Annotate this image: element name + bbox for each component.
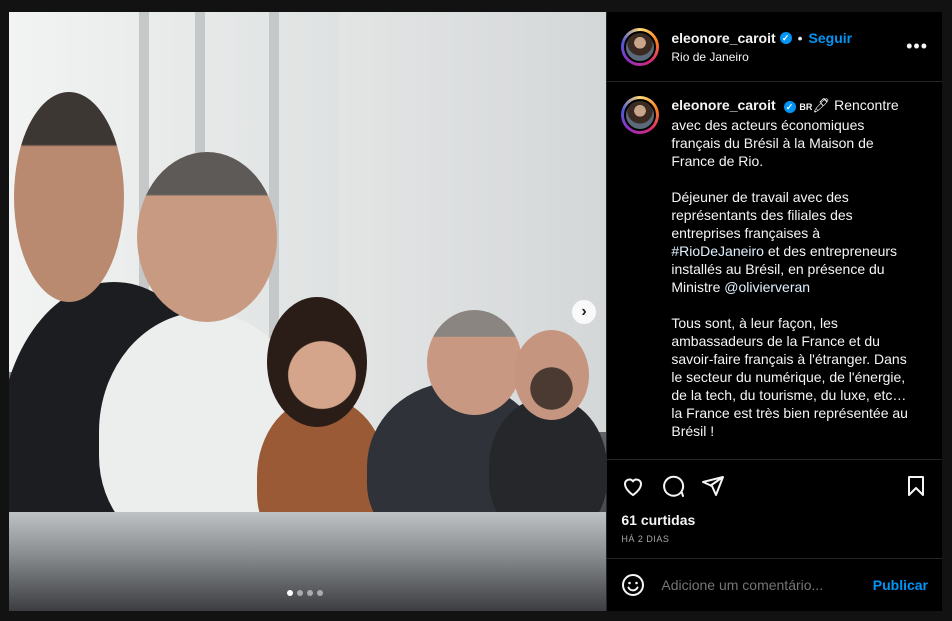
person-1-head [14,92,124,302]
action-bar [607,460,942,512]
person-5-head [514,330,589,420]
mention-link[interactable]: @olivierveran [724,279,810,295]
window-frame [269,12,279,372]
post-modal: › eleonore_caroit ✓ • Seguir Rio de Jane… [9,12,942,611]
caption-part-3: Tous sont, à leur façon, les ambassadeur… [671,315,908,439]
caption-part-1: Rencontre avec des acteurs économiques f… [671,97,899,241]
header-info: eleonore_caroit ✓ • Seguir Rio de Janeir… [671,30,906,64]
location[interactable]: Rio de Janeiro [671,50,906,64]
emoji-icon[interactable] [621,573,645,597]
carousel-dot [307,590,313,596]
post-sidebar: eleonore_caroit ✓ • Seguir Rio de Janeir… [606,12,942,611]
verified-icon: ✓ [779,31,792,44]
person-4-head [427,310,522,415]
verified-icon: ✓ [783,101,796,113]
username[interactable]: eleonore_caroit [671,30,775,46]
caption: eleonore_caroit ✓ BR🖊 Rencontre avec des… [607,82,942,460]
carousel-dots [287,590,323,596]
avatar-image [624,30,657,63]
more-options-icon[interactable]: ••• [906,36,928,57]
post-time[interactable]: HÁ 2 DIAS [607,528,942,559]
share-icon[interactable] [701,474,725,498]
avatar[interactable] [621,27,660,66]
carousel-dot [297,590,303,596]
flag-tag: BR [799,102,813,112]
next-photo-button[interactable]: › [572,300,596,324]
follow-button[interactable]: Seguir [809,30,853,46]
post-header: eleonore_caroit ✓ • Seguir Rio de Janeir… [607,12,942,82]
table [9,512,607,611]
person-2-head [137,152,277,322]
comment-bar: Publicar [607,559,942,611]
comment-input[interactable] [659,576,859,594]
comment-icon[interactable] [661,474,685,498]
person-3-head [267,297,367,427]
carousel-dot [287,590,293,596]
separator: • [797,29,803,46]
caption-avatar[interactable] [621,96,660,134]
avatar-image [624,99,657,131]
caption-username[interactable]: eleonore_caroit [671,97,775,113]
caption-text: eleonore_caroit ✓ BR🖊 Rencontre avec des… [671,96,911,445]
bookmark-icon[interactable] [904,474,928,498]
carousel-dot [317,590,323,596]
publish-button[interactable]: Publicar [873,577,928,593]
like-heart-icon[interactable] [621,474,645,498]
post-photo[interactable]: › [9,12,607,611]
hashtag-link[interactable]: #RioDeJaneiro [671,243,764,259]
likes-count[interactable]: 61 curtidas [607,512,942,528]
pen-icon: 🖊 [812,97,831,113]
